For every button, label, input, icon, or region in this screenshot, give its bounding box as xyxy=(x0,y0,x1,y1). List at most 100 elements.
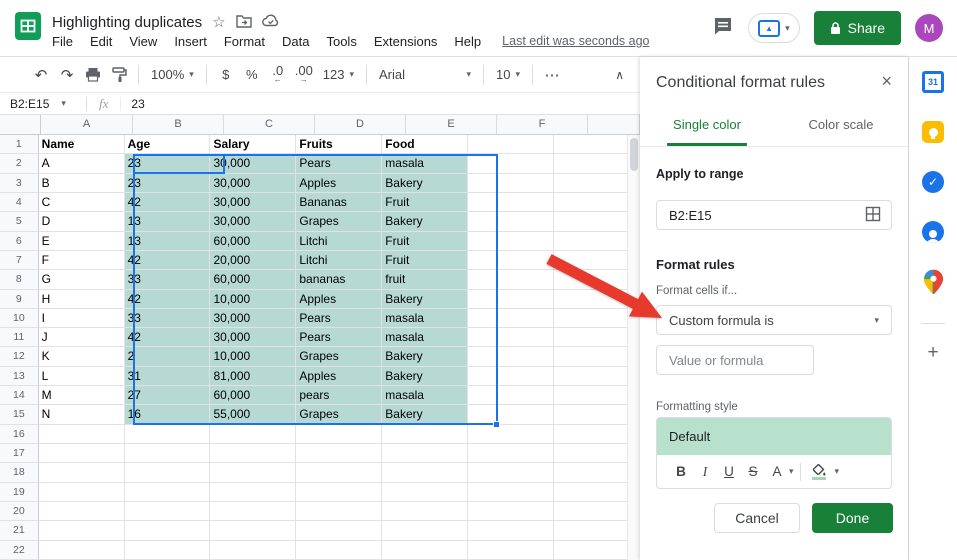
cell-A12[interactable]: K xyxy=(38,347,125,367)
cell-F12[interactable] xyxy=(468,347,555,367)
cell-A1[interactable]: Name xyxy=(38,135,125,155)
cell-F21[interactable] xyxy=(468,521,555,541)
tab-color-scale[interactable]: Color scale xyxy=(774,109,908,146)
style-preview[interactable]: Default xyxy=(657,418,891,455)
cell-C5[interactable]: 30,000 xyxy=(210,212,297,232)
scrollbar-thumb[interactable] xyxy=(630,138,638,171)
cell-E21[interactable] xyxy=(382,521,469,541)
cell-D13[interactable]: Apples xyxy=(296,366,383,387)
cell-F10[interactable] xyxy=(468,308,555,329)
cell-B12[interactable]: 2 xyxy=(124,347,211,367)
row-header-16[interactable]: 16 xyxy=(0,424,39,444)
font-family-dropdown[interactable]: Arial ▾ xyxy=(373,63,477,87)
share-button[interactable]: Share xyxy=(813,11,901,45)
cell-F15[interactable] xyxy=(468,405,555,425)
menu-view[interactable]: View xyxy=(129,34,157,49)
cell-E19[interactable] xyxy=(382,482,469,502)
cell-E15[interactable]: Bakery xyxy=(382,405,469,425)
cell-E5[interactable]: Bakery xyxy=(382,212,469,232)
cell-B17[interactable] xyxy=(124,444,211,464)
cell-D11[interactable]: Pears xyxy=(296,328,383,348)
row-header-2[interactable]: 2 xyxy=(0,154,39,174)
formula-input[interactable]: 23 xyxy=(121,97,144,111)
cell-E10[interactable]: masala xyxy=(382,308,469,329)
cell-F19[interactable] xyxy=(468,482,555,502)
condition-dropdown[interactable]: Custom formula is ▾ xyxy=(656,305,892,335)
vertical-scrollbar[interactable] xyxy=(627,135,640,560)
cell-E22[interactable] xyxy=(382,540,469,560)
cell-D6[interactable]: Litchi xyxy=(296,231,383,251)
cell-C2[interactable]: 30,000 xyxy=(210,154,297,174)
cell-B10[interactable]: 33 xyxy=(124,308,211,329)
fill-color-button[interactable] xyxy=(807,460,831,484)
menu-insert[interactable]: Insert xyxy=(174,34,207,49)
tasks-icon[interactable]: ✓ xyxy=(921,169,945,195)
cell-F16[interactable] xyxy=(468,424,555,444)
select-all-corner[interactable] xyxy=(0,115,41,135)
row-header-7[interactable]: 7 xyxy=(0,250,39,271)
cell-B5[interactable]: 13 xyxy=(124,212,211,232)
bold-button[interactable]: B xyxy=(669,460,693,484)
present-button[interactable]: ▲ ▾ xyxy=(748,13,800,43)
cell-E14[interactable]: masala xyxy=(382,386,469,406)
cell-B3[interactable]: 23 xyxy=(124,173,211,193)
cell-C10[interactable]: 30,000 xyxy=(210,308,297,329)
cell-C17[interactable] xyxy=(210,444,297,464)
cell-A6[interactable]: E xyxy=(38,231,125,251)
cell-D8[interactable]: bananas xyxy=(296,270,383,290)
cell-E11[interactable]: masala xyxy=(382,328,469,348)
row-header-11[interactable]: 11 xyxy=(0,328,39,348)
cell-D2[interactable]: Pears xyxy=(296,154,383,174)
cell-F8[interactable] xyxy=(468,270,555,290)
cell-E16[interactable] xyxy=(382,424,469,444)
undo-button[interactable]: ↶ xyxy=(28,63,54,87)
row-header-18[interactable]: 18 xyxy=(0,463,39,483)
cell-C8[interactable]: 60,000 xyxy=(210,270,297,290)
tab-single-color[interactable]: Single color xyxy=(640,109,774,146)
row-header-5[interactable]: 5 xyxy=(0,212,39,232)
cell-E9[interactable]: Bakery xyxy=(382,289,469,309)
cell-C1[interactable]: Salary xyxy=(210,135,297,155)
cell-F18[interactable] xyxy=(468,463,555,483)
strikethrough-button[interactable]: S xyxy=(741,460,765,484)
close-icon[interactable]: × xyxy=(881,72,892,90)
cell-D22[interactable] xyxy=(296,540,383,560)
cell-E17[interactable] xyxy=(382,444,469,464)
sheets-logo-icon[interactable] xyxy=(14,11,42,45)
cell-D20[interactable] xyxy=(296,501,383,522)
cell-D15[interactable]: Grapes xyxy=(296,405,383,425)
cell-A15[interactable]: N xyxy=(38,405,125,425)
cell-F11[interactable] xyxy=(468,328,555,348)
fill-handle[interactable] xyxy=(493,421,500,428)
column-header-D[interactable]: D xyxy=(315,115,406,135)
cell-D16[interactable] xyxy=(296,424,383,444)
cell-F13[interactable] xyxy=(468,366,555,387)
cell-A5[interactable]: D xyxy=(38,212,125,232)
cell-A7[interactable]: F xyxy=(38,250,125,271)
more-formats-dropdown[interactable]: 123 ▾ xyxy=(317,63,360,87)
star-icon[interactable]: ☆ xyxy=(212,15,225,30)
get-addons-icon[interactable]: + xyxy=(927,342,938,364)
maps-icon[interactable] xyxy=(921,269,945,295)
menu-edit[interactable]: Edit xyxy=(90,34,112,49)
cell-A8[interactable]: G xyxy=(38,270,125,290)
cell-E2[interactable]: masala xyxy=(382,154,469,174)
row-header-17[interactable]: 17 xyxy=(0,444,39,464)
cell-C3[interactable]: 30,000 xyxy=(210,173,297,193)
cell-F1[interactable] xyxy=(468,135,555,155)
cell-A17[interactable] xyxy=(38,444,125,464)
cell-C9[interactable]: 10,000 xyxy=(210,289,297,309)
cell-F5[interactable] xyxy=(468,212,555,232)
cell-E20[interactable] xyxy=(382,501,469,522)
account-avatar[interactable]: M xyxy=(915,14,943,42)
row-header-20[interactable]: 20 xyxy=(0,501,39,522)
cell-C7[interactable]: 20,000 xyxy=(210,250,297,271)
redo-button[interactable]: ↷ xyxy=(54,63,80,87)
row-header-14[interactable]: 14 xyxy=(0,386,39,406)
contacts-icon[interactable] xyxy=(921,219,945,245)
cell-E3[interactable]: Bakery xyxy=(382,173,469,193)
cell-B9[interactable]: 42 xyxy=(124,289,211,309)
cell-E12[interactable]: Bakery xyxy=(382,347,469,367)
cell-A19[interactable] xyxy=(38,482,125,502)
cell-D18[interactable] xyxy=(296,463,383,483)
